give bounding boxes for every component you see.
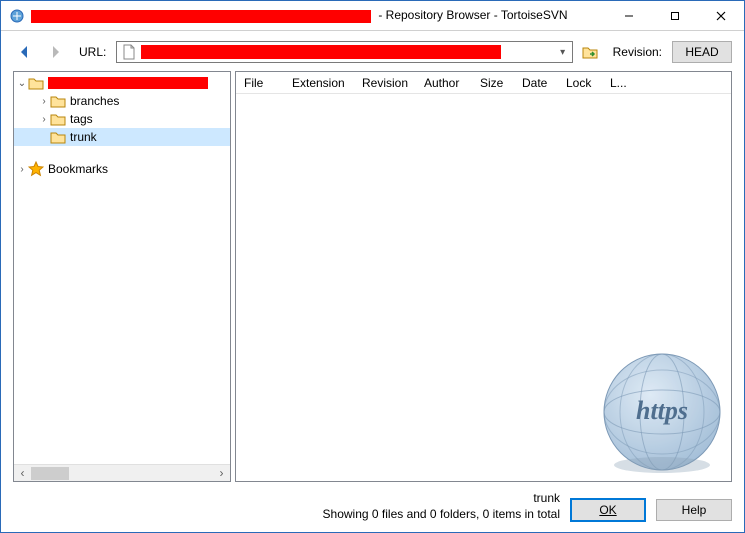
tree-item-label: trunk [70,130,97,144]
window-title-suffix: - Repository Browser - TortoiseSVN [375,8,568,22]
tree-item-label: Bookmarks [48,162,108,176]
tree-item-trunk[interactable]: trunk [14,128,230,146]
repo-tree-pane: ⌄ › branches [13,71,231,482]
split-panes: ⌄ › branches [13,71,732,482]
window-title: - Repository Browser - TortoiseSVN [31,8,606,22]
revision-head-button[interactable]: HEAD [672,41,732,63]
list-header: File Extension Revision Author Size Date… [236,72,731,94]
https-watermark-icon: https [597,347,727,477]
footer: trunk Showing 0 files and 0 folders, 0 i… [13,490,732,522]
close-button[interactable] [698,1,744,30]
folder-icon [50,129,66,145]
tree-item-branches[interactable]: › branches [14,92,230,110]
window-title-redacted [31,10,371,23]
tree-root-label-redacted [48,77,208,89]
expand-icon[interactable]: › [16,164,28,175]
url-value-redacted [141,45,501,59]
expand-icon[interactable]: › [38,114,50,125]
item-count-status: Showing 0 files and 0 folders, 0 items i… [13,506,560,522]
help-label: Help [682,503,707,517]
forward-button[interactable] [43,41,67,63]
titlebar[interactable]: - Repository Browser - TortoiseSVN [1,1,744,31]
status-text: trunk Showing 0 files and 0 folders, 0 i… [13,490,560,522]
folder-icon [50,93,66,109]
col-revision[interactable]: Revision [354,72,416,93]
window-controls [606,1,744,30]
repo-tree[interactable]: ⌄ › branches [14,72,230,464]
star-icon [28,161,44,177]
col-author[interactable]: Author [416,72,472,93]
col-more[interactable]: L... [602,72,632,93]
expand-icon[interactable]: › [38,96,50,107]
ok-label: OK [599,503,616,517]
back-button[interactable] [13,41,37,63]
app-window: - Repository Browser - TortoiseSVN URL: [0,0,745,533]
col-lock[interactable]: Lock [558,72,602,93]
svg-text:https: https [636,396,688,425]
url-combobox[interactable]: ▾ [116,41,572,63]
app-icon [9,8,25,24]
scroll-left-icon[interactable]: ‹ [14,466,31,480]
tree-item-label: tags [70,112,93,126]
selection-name: trunk [13,490,560,506]
url-label: URL: [79,45,106,59]
folder-icon [50,111,66,127]
go-to-folder-button[interactable] [579,41,601,63]
col-extension[interactable]: Extension [284,72,354,93]
scroll-thumb[interactable] [31,467,69,480]
scroll-track[interactable] [31,465,213,481]
minimize-button[interactable] [606,1,652,30]
col-file[interactable]: File [236,72,284,93]
page-icon [121,44,137,60]
footer-buttons: OK Help [570,498,732,522]
col-date[interactable]: Date [514,72,558,93]
ok-button[interactable]: OK [570,498,646,522]
maximize-button[interactable] [652,1,698,30]
tree-root-item[interactable]: ⌄ [14,74,230,92]
folder-icon [28,75,44,91]
toolbar: URL: ▾ Revision: HEAD [13,41,732,63]
horizontal-scrollbar[interactable]: ‹ › [14,464,230,481]
file-list-pane[interactable]: File Extension Revision Author Size Date… [235,71,732,482]
head-label: HEAD [685,45,718,59]
help-button[interactable]: Help [656,499,732,521]
content-area: URL: ▾ Revision: HEAD [1,31,744,532]
col-size[interactable]: Size [472,72,514,93]
collapse-icon[interactable]: ⌄ [16,78,28,89]
tree-item-bookmarks[interactable]: › Bookmarks [14,160,230,178]
tree-item-tags[interactable]: › tags [14,110,230,128]
tree-item-label: branches [70,94,119,108]
chevron-down-icon[interactable]: ▾ [554,47,572,58]
scroll-right-icon[interactable]: › [213,466,230,480]
revision-label: Revision: [613,45,662,59]
